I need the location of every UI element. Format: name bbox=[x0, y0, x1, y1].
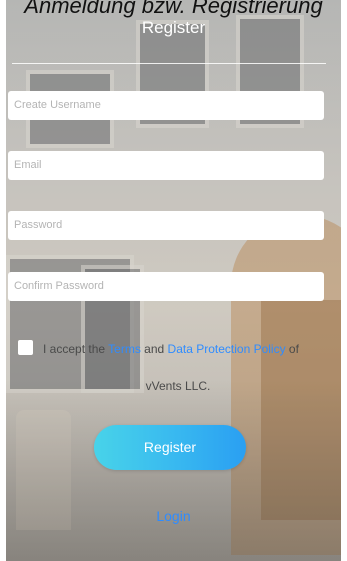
header-divider bbox=[12, 63, 326, 64]
caption-text: Anmeldung bzw. Registrierung bbox=[24, 0, 323, 18]
email-input[interactable]: Email bbox=[8, 151, 324, 180]
confirm-password-input[interactable]: Confirm Password bbox=[8, 272, 324, 301]
terms-suffix: of bbox=[285, 342, 299, 356]
login-link[interactable]: Login bbox=[6, 508, 341, 524]
password-input[interactable]: Password bbox=[8, 211, 324, 240]
terms-and: and bbox=[140, 342, 168, 356]
data-protection-policy-link[interactable]: Data Protection Policy bbox=[168, 342, 286, 356]
terms-text-line2: vVents LLC. bbox=[145, 379, 211, 393]
register-button[interactable]: Register bbox=[94, 425, 246, 470]
terms-link[interactable]: Terms bbox=[108, 342, 141, 356]
page-title: Register bbox=[141, 18, 206, 37]
username-input[interactable]: Create Username bbox=[8, 91, 324, 120]
register-screen: Register Create Username Email Password … bbox=[6, 0, 341, 561]
terms-checkbox[interactable] bbox=[18, 340, 33, 355]
terms-text-line1: I accept the Terms and Data Protection P… bbox=[43, 339, 299, 359]
terms-prefix: I accept the bbox=[43, 342, 109, 356]
